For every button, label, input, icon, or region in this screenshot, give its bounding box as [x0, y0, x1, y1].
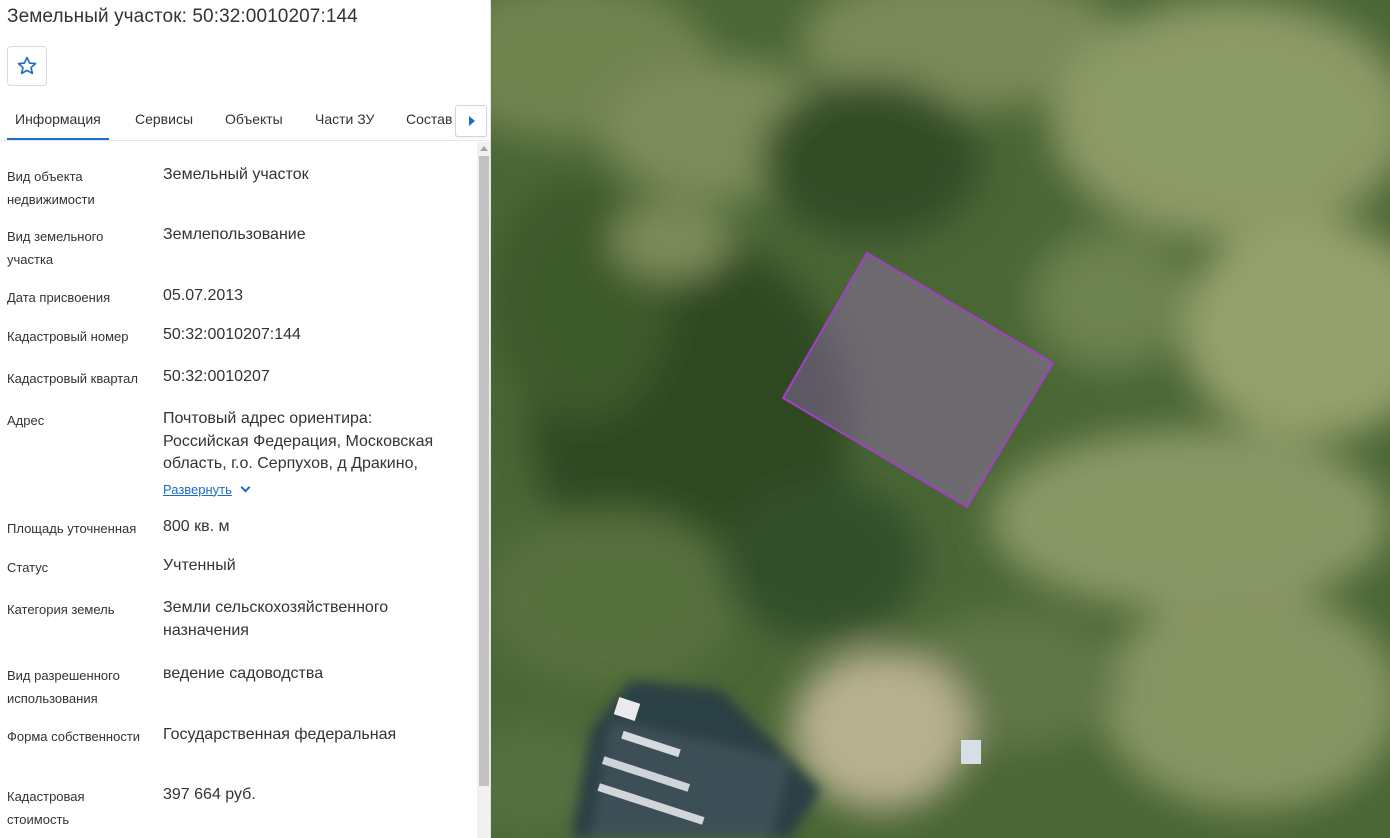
expand-label: Развернуть [163, 481, 232, 497]
property-value: 397 664 руб. [163, 786, 256, 803]
property-value: Почтовый адрес ориентира: Российская Фед… [163, 408, 463, 499]
scrollbar-thumb[interactable] [479, 156, 489, 786]
tab-objects[interactable]: Объекты [225, 100, 283, 140]
address-text: Почтовый адрес ориентира: Российская Фед… [163, 410, 434, 472]
property-label: Вид земельного участка [7, 229, 104, 267]
property-value: 50:32:0010207:144 [163, 326, 301, 343]
property-value: 800 кв. м [163, 518, 230, 535]
property-label: Вид объекта недвижимости [7, 169, 95, 207]
property-label: Кадастровый квартал [7, 371, 138, 386]
property-label: Кадастровая стоимость [7, 789, 85, 827]
property-label: Кадастровый номер [7, 329, 129, 344]
satellite-map [491, 0, 1390, 838]
scroll-up-arrow-icon[interactable] [480, 146, 488, 151]
tab-parts[interactable]: Части ЗУ [315, 100, 374, 140]
property-label: Площадь уточненная [7, 521, 137, 536]
property-label: Форма собственности [7, 729, 141, 744]
property-value: ведение садоводства [163, 665, 324, 682]
property-value: 50:32:0010207 [163, 368, 270, 385]
caret-right-icon [469, 116, 475, 126]
property-label: Категория земель [7, 602, 115, 617]
property-value: Учтенный [163, 557, 236, 574]
expand-link[interactable]: Развернуть [163, 481, 251, 499]
property-label: Дата присвоения [7, 290, 111, 305]
property-label: Статус [7, 560, 49, 575]
tab-bar: Информация Сервисы Объекты Части ЗУ Сост… [0, 100, 490, 141]
page-title: Земельный участок: 50:32:0010207:144 [7, 6, 358, 27]
tab-services[interactable]: Сервисы [135, 100, 193, 140]
map-view[interactable] [491, 0, 1390, 838]
tab-composition[interactable]: Состав [406, 100, 452, 140]
chevron-down-icon [240, 482, 251, 492]
star-outline-icon [17, 56, 37, 75]
property-value: Государственная федеральная [163, 726, 397, 743]
favorite-button[interactable] [7, 46, 47, 86]
property-value: 05.07.2013 [163, 287, 244, 304]
property-value: Земли сельскохозяйственного назначения [163, 599, 389, 639]
property-label: Адрес [7, 413, 45, 428]
property-value: Земельный участок [163, 166, 309, 183]
property-label: Вид разрешенного использования [7, 668, 120, 706]
info-panel: Земельный участок: 50:32:0010207:144 Инф… [0, 0, 491, 838]
scrollbar[interactable] [477, 142, 490, 838]
property-value: Землепользование [163, 226, 306, 243]
tabs-next-button[interactable] [455, 105, 487, 137]
tab-information[interactable]: Информация [7, 100, 109, 140]
